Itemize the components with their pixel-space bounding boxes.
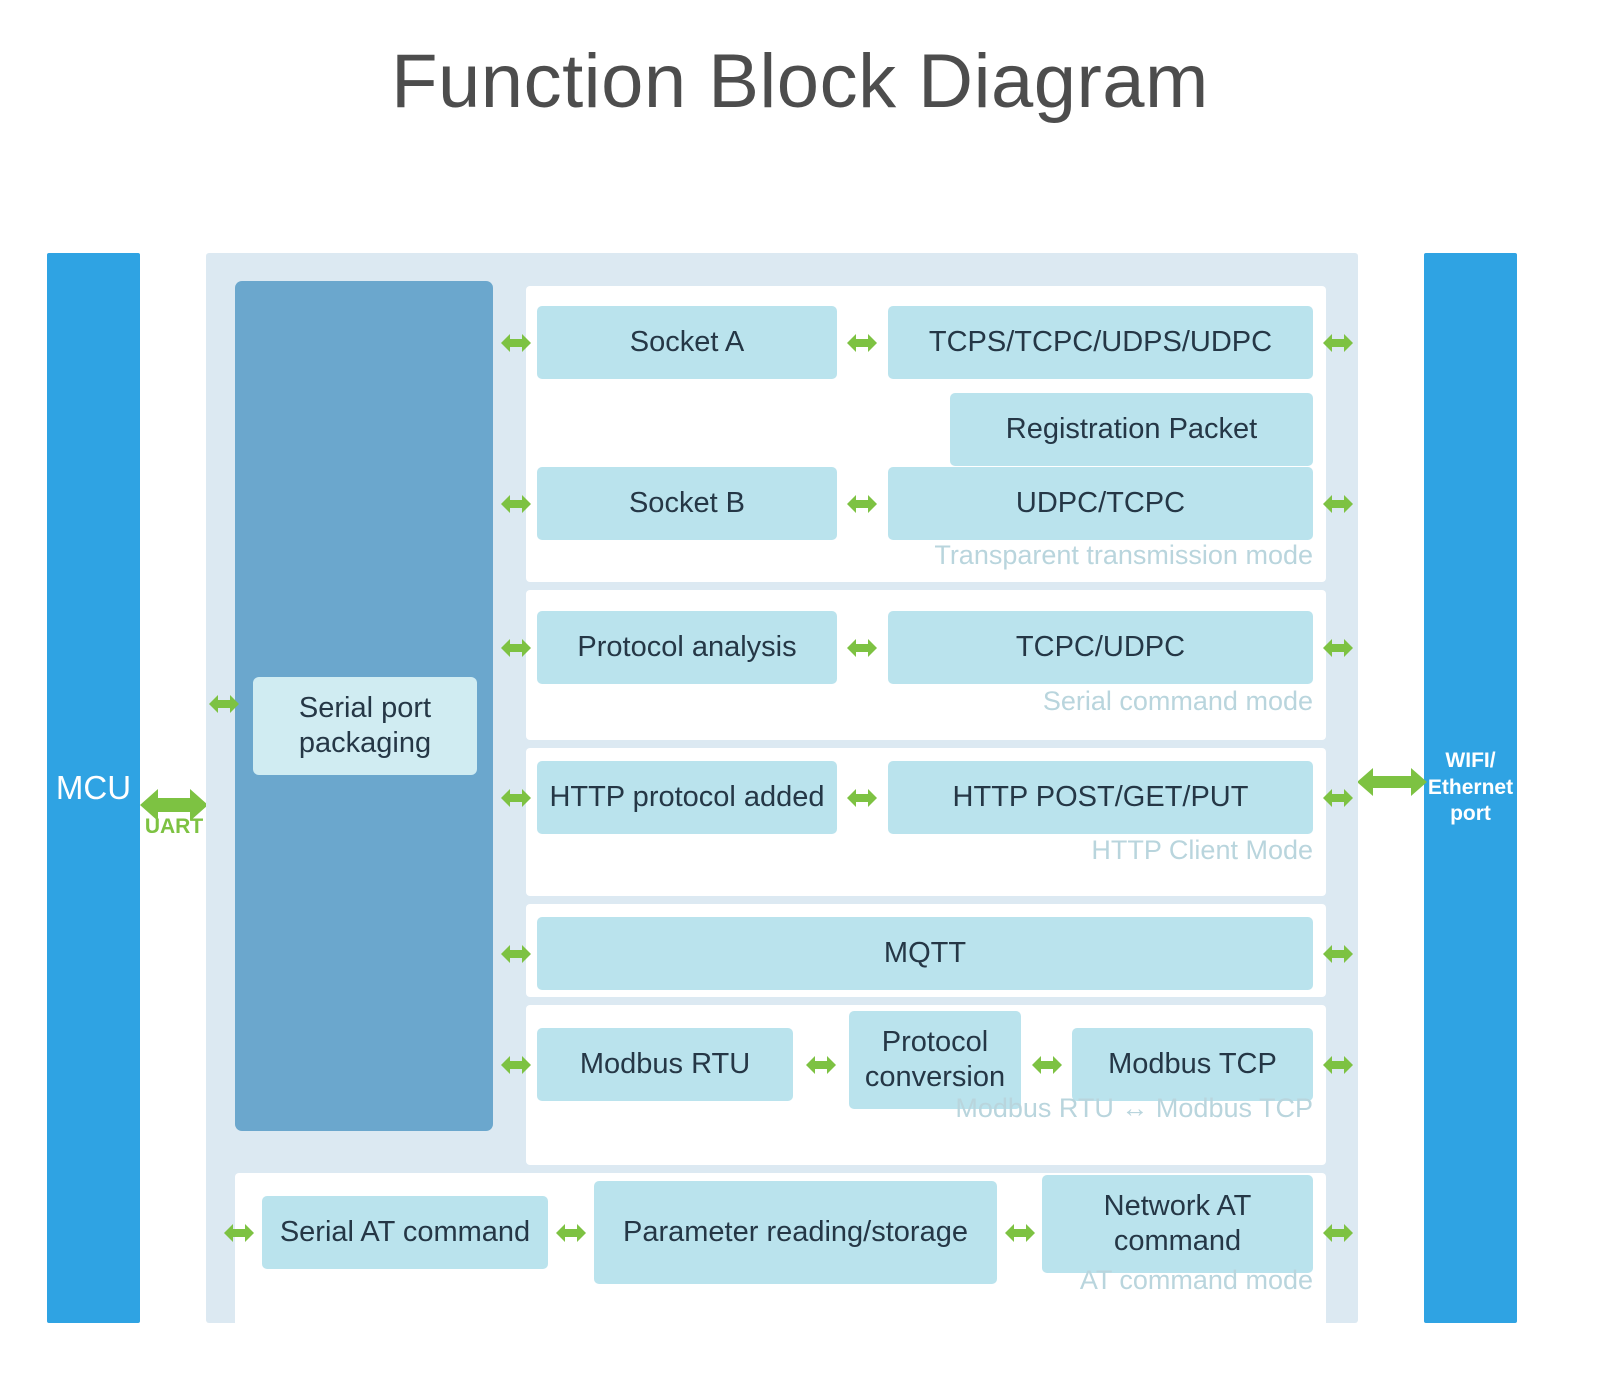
block-http-protocol-added: HTTP protocol added — [537, 761, 837, 834]
arrow-http-added-to-methods-icon — [847, 787, 877, 809]
arrow-out-tcpc-udpc-icon — [1323, 637, 1353, 659]
mode-label-modbus: Modbus RTU ↔ Modbus TCP — [955, 1093, 1313, 1123]
block-socket-b-protocols: UDPC/TCPC — [888, 467, 1313, 540]
block-modbus-tcp-label: Modbus TCP — [1108, 1048, 1277, 1081]
block-http-protocol-added-label: HTTP protocol added — [549, 781, 825, 814]
mcu-label: MCU — [55, 769, 132, 806]
serial-processing-column: Serial port packaging — [235, 281, 493, 1131]
block-http-methods-label: HTTP POST/GET/PUT — [952, 781, 1249, 814]
block-parameter-storage-label: Parameter reading/storage — [623, 1216, 968, 1249]
arrow-serial-at-to-parameter-icon — [556, 1222, 586, 1244]
block-protocol-conversion-label: Protocol conversion — [864, 1026, 1006, 1093]
block-mqtt: MQTT — [537, 917, 1313, 990]
arrow-in-serial-at-icon — [224, 1222, 254, 1244]
block-socket-a: Socket A — [537, 306, 837, 379]
arrow-in-mqtt-icon — [501, 943, 531, 965]
block-serial-at-command-label: Serial AT command — [279, 1216, 531, 1249]
block-modbus-rtu: Modbus RTU — [537, 1028, 793, 1101]
mode-label-http-client: HTTP Client Mode — [1091, 835, 1313, 865]
serial-port-packaging-block: Serial port packaging — [253, 677, 477, 775]
block-socket-b-protocols-label: UDPC/TCPC — [1015, 487, 1186, 520]
mode-label-at-command: AT command mode — [1079, 1265, 1313, 1295]
serial-port-packaging-label: Serial port packaging — [298, 691, 432, 759]
block-registration-packet-label: Registration Packet — [1005, 413, 1258, 446]
arrow-protocol-analysis-to-tcpc-icon — [847, 637, 877, 659]
arrow-out-modbus-tcp-icon — [1323, 1054, 1353, 1076]
arrow-out-socket-a-icon — [1323, 332, 1353, 354]
arrow-in-http-icon — [501, 787, 531, 809]
arrow-parameter-to-network-at-icon — [1005, 1222, 1035, 1244]
mcu-block: MCU — [47, 253, 140, 1323]
block-network-at-command: Network AT command — [1042, 1175, 1313, 1273]
uart-connector: UART — [140, 753, 208, 863]
arrow-socket-b-to-protocols-icon — [847, 493, 877, 515]
mode-label-transparent: Transparent transmission mode — [934, 540, 1313, 570]
serial-column-in-arrow-icon — [209, 693, 239, 715]
arrow-in-socket-a-icon — [501, 332, 531, 354]
arrow-in-modbus-rtu-icon — [501, 1054, 531, 1076]
block-network-at-command-label: Network AT command — [1103, 1190, 1252, 1257]
block-modbus-rtu-label: Modbus RTU — [579, 1048, 751, 1081]
arrow-out-mqtt-icon — [1323, 943, 1353, 965]
network-port-label: WIFI/ Ethernet port — [1427, 748, 1514, 826]
mode-label-serial-command: Serial command mode — [1042, 686, 1313, 716]
block-socket-b-label: Socket B — [628, 487, 746, 520]
module-container: Serial port packaging Socket A TCPS/TCPC… — [206, 253, 1358, 1343]
network-port-block: WIFI/ Ethernet port — [1424, 253, 1517, 1323]
block-mqtt-label: MQTT — [883, 937, 967, 970]
block-socket-a-protocols: TCPS/TCPC/UDPS/UDPC — [888, 306, 1313, 379]
block-socket-b: Socket B — [537, 467, 837, 540]
page-title: Function Block Diagram — [391, 39, 1209, 124]
block-serial-at-command: Serial AT command — [262, 1196, 548, 1269]
arrow-socket-a-to-protocols-icon — [847, 332, 877, 354]
block-socket-a-label: Socket A — [629, 326, 745, 359]
diagram-canvas: Function Block Diagram MCU UART WIFI/ Et… — [0, 0, 1600, 1399]
arrow-out-http-methods-icon — [1323, 787, 1353, 809]
uart-label: UART — [144, 815, 204, 838]
network-double-arrow-icon — [1357, 765, 1427, 799]
arrow-in-socket-b-icon — [501, 493, 531, 515]
arrow-in-protocol-analysis-icon — [501, 637, 531, 659]
block-modbus-tcp: Modbus TCP — [1072, 1028, 1313, 1101]
block-protocol-analysis: Protocol analysis — [537, 611, 837, 684]
arrow-out-network-at-icon — [1323, 1222, 1353, 1244]
block-socket-a-protocols-label: TCPS/TCPC/UDPS/UDPC — [928, 326, 1273, 359]
block-registration-packet: Registration Packet — [950, 393, 1313, 466]
block-tcpc-udpc: TCPC/UDPC — [888, 611, 1313, 684]
arrow-out-socket-b-icon — [1323, 493, 1353, 515]
arrow-modbus-rtu-to-conversion-icon — [806, 1054, 836, 1076]
block-tcpc-udpc-label: TCPC/UDPC — [1015, 631, 1186, 664]
block-http-methods: HTTP POST/GET/PUT — [888, 761, 1313, 834]
block-protocol-analysis-label: Protocol analysis — [577, 631, 797, 664]
arrow-conversion-to-modbus-tcp-icon — [1032, 1054, 1062, 1076]
